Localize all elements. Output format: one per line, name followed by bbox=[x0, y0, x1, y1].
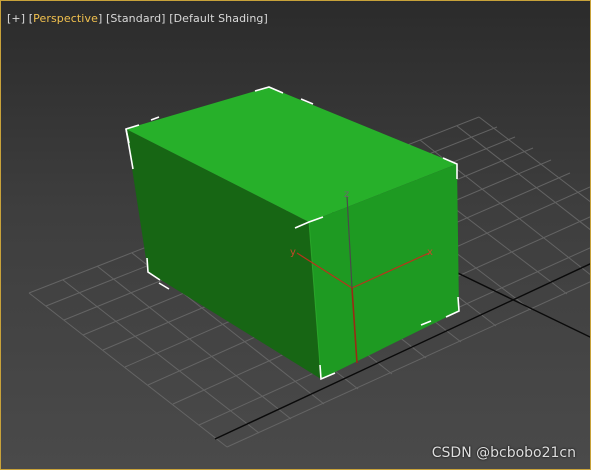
viewport-view-menu[interactable]: [Perspective] bbox=[29, 12, 103, 25]
viewport-label-menu: [+] [Perspective] [Standard] [Default Sh… bbox=[7, 12, 268, 25]
green-box-object[interactable] bbox=[126, 87, 459, 380]
perspective-viewport[interactable]: x y z [+] [Perspective] [Standard] [Defa… bbox=[0, 0, 591, 470]
watermark-text: CSDN @bcbobo21cn bbox=[431, 445, 576, 461]
viewport-view-name[interactable]: Perspective bbox=[33, 12, 98, 25]
view-bracket-close: ] bbox=[97, 12, 103, 25]
gizmo-y-label: y bbox=[290, 247, 296, 258]
viewport-shading-mode-menu[interactable]: [Standard] bbox=[106, 12, 166, 25]
viewport-shading-style-menu[interactable]: [Default Shading] bbox=[169, 12, 268, 25]
gizmo-z-label: z bbox=[344, 189, 349, 200]
viewport-scene[interactable]: x y z bbox=[1, 1, 591, 470]
viewport-general-menu[interactable]: [+] bbox=[7, 12, 25, 25]
gizmo-x-label: x bbox=[427, 247, 433, 258]
